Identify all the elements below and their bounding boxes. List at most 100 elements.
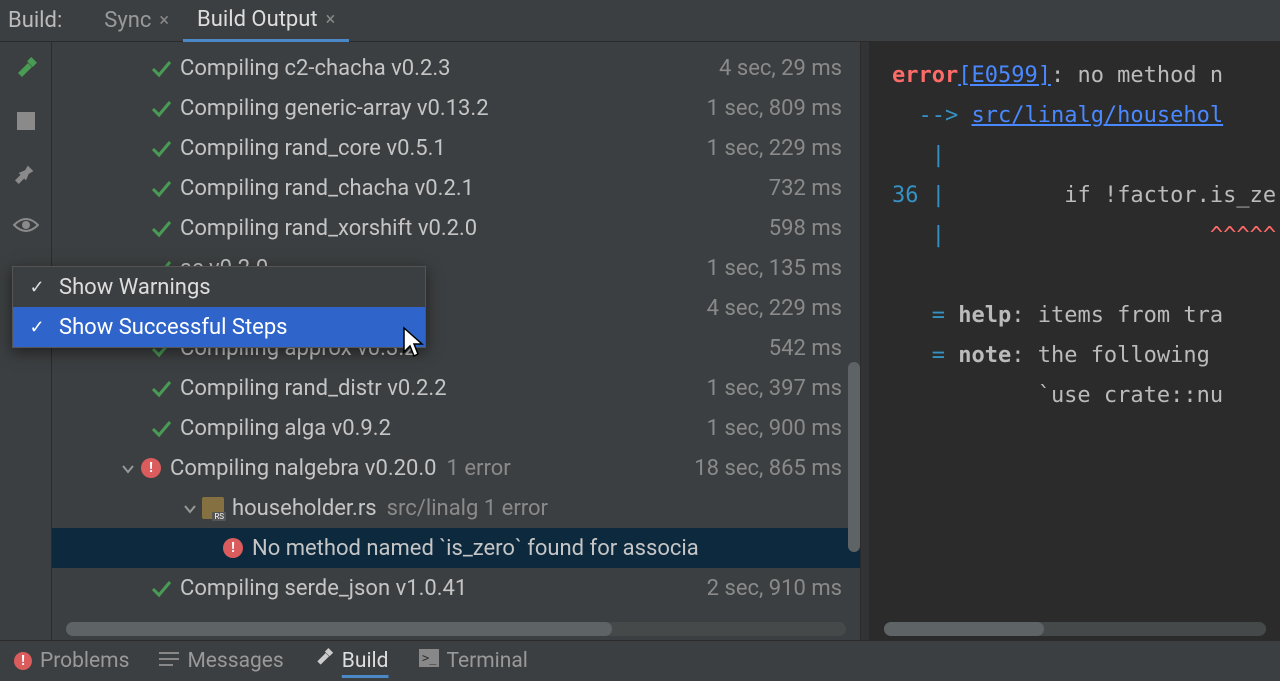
tree-row-label: Compiling serde_json v1.0.41 — [180, 576, 467, 601]
tree-row-time: 1 sec, 900 ms — [707, 416, 842, 441]
error-icon — [220, 538, 246, 558]
tree-row-label: Compiling rand_xorshift v0.2.0 — [180, 216, 477, 241]
horizontal-scrollbar[interactable] — [66, 622, 846, 636]
tool-messages[interactable]: Messages — [159, 649, 283, 673]
build-tree-row[interactable]: Compiling rand_xorshift v0.2.0 598 ms — [52, 208, 860, 248]
build-tree-row[interactable]: Compiling c2-chacha v0.2.3 4 sec, 29 ms — [52, 48, 860, 88]
tree-row-time: 4 sec, 229 ms — [707, 296, 842, 321]
tool-terminal[interactable]: >_ Terminal — [419, 649, 528, 673]
close-icon[interactable]: × — [159, 10, 169, 31]
terminal-icon: >_ — [419, 649, 439, 673]
console-text: : items from tra — [1011, 303, 1223, 328]
check-icon — [148, 217, 174, 239]
tree-row-label: Compiling generic-array v0.13.2 — [180, 96, 489, 121]
tree-row-label: Compiling nalgebra v0.20.0 — [170, 456, 437, 481]
tree-row-time: 4 sec, 29 ms — [719, 56, 842, 81]
console-error-code[interactable]: [E0599] — [958, 63, 1051, 88]
tree-row-time: 542 ms — [769, 336, 842, 361]
svg-text:>_: >_ — [422, 651, 437, 665]
menu-show-warnings[interactable]: ✓ Show Warnings — [13, 267, 425, 307]
chevron-down-icon[interactable] — [180, 496, 200, 521]
splitter[interactable] — [860, 42, 870, 640]
tree-row-time: 2 sec, 910 ms — [707, 576, 842, 601]
build-tree-row[interactable]: Compiling generic-array v0.13.2 1 sec, 80… — [52, 88, 860, 128]
check-icon — [148, 177, 174, 199]
hammer-icon — [314, 648, 334, 674]
build-tab-bar: Build: Sync × Build Output × — [0, 0, 1280, 42]
console-arrow: --> — [892, 103, 971, 128]
rust-file-icon — [200, 497, 226, 519]
console-gutter: | — [892, 223, 945, 248]
tree-row-label: householder.rs — [232, 496, 377, 521]
tree-row-time: 1 sec, 229 ms — [707, 136, 842, 161]
console-help-kw: help — [958, 303, 1011, 328]
console-text: if !factor.is_ze — [958, 183, 1276, 208]
error-icon — [14, 652, 32, 670]
check-icon — [148, 137, 174, 159]
console-caret: ^^^^^ — [945, 223, 1276, 248]
build-tree-row[interactable]: Compiling alga v0.9.2 1 sec, 900 ms — [52, 408, 860, 448]
console-note-kw: note — [958, 343, 1011, 368]
tree-row-label: Compiling alga v0.9.2 — [180, 416, 391, 441]
console-gutter: = — [892, 303, 958, 328]
tree-row-time: 18 sec, 865 ms — [694, 456, 842, 481]
tab-build-output[interactable]: Build Output × — [183, 0, 349, 42]
tool-label: Problems — [40, 649, 129, 673]
tree-row-time: 1 sec, 135 ms — [707, 256, 842, 281]
tree-row-time: 1 sec, 809 ms — [707, 96, 842, 121]
tool-label: Terminal — [447, 649, 528, 673]
tool-label: Messages — [187, 649, 283, 673]
tree-row-label: Compiling c2-chacha v0.2.3 — [180, 56, 451, 81]
build-tree-row[interactable]: householder.rs src/linalg 1 error — [52, 488, 860, 528]
console-text: `use crate::nu — [892, 383, 1223, 408]
menu-show-successful-steps[interactable]: ✓ Show Successful Steps — [13, 307, 425, 347]
menu-item-label: Show Successful Steps — [59, 315, 288, 340]
tool-label: Build — [342, 649, 389, 673]
tree-row-label: No method named `is_zero` found for asso… — [252, 536, 699, 561]
tree-row-extra: src/linalg 1 error — [387, 496, 548, 521]
build-title: Build: — [8, 8, 62, 33]
console-gutter: | — [892, 143, 945, 168]
lines-icon — [159, 649, 179, 673]
tree-row-label: Compiling rand_core v0.5.1 — [180, 136, 446, 161]
eye-icon[interactable] — [13, 212, 39, 238]
build-tree-row[interactable]: Compiling nalgebra v0.20.0 1 error 18 sec,… — [52, 448, 860, 488]
tree-row-time: 1 sec, 397 ms — [707, 376, 842, 401]
console-text: : the following — [1011, 343, 1223, 368]
tree-row-label: Compiling rand_chacha v0.2.1 — [180, 176, 474, 201]
build-tree-row[interactable]: Compiling rand_chacha v0.2.1732 ms — [52, 168, 860, 208]
tool-problems[interactable]: Problems — [14, 649, 129, 673]
check-icon: ✓ — [27, 277, 47, 298]
bottom-tool-bar: Problems Messages Build >_ Terminal — [0, 640, 1280, 681]
tree-row-time: 598 ms — [769, 216, 842, 241]
console-text: : no method n — [1051, 63, 1223, 88]
build-tree-row[interactable]: Compiling serde_json v1.0.41 2 sec, 910 m… — [52, 568, 860, 608]
build-tree-row[interactable]: Compiling rand_distr v0.2.2 1 sec, 397 ms — [52, 368, 860, 408]
tab-sync-label: Sync — [104, 8, 151, 33]
chevron-down-icon[interactable] — [118, 456, 138, 481]
tree-row-label: Compiling rand_distr v0.2.2 — [180, 376, 447, 401]
pin-icon[interactable] — [13, 160, 39, 186]
build-tree-row[interactable]: No method named `is_zero` found for asso… — [52, 528, 860, 568]
error-icon — [138, 458, 164, 478]
stop-icon[interactable] — [13, 108, 39, 134]
check-icon — [148, 57, 174, 79]
tree-row-extra: 1 error — [447, 456, 511, 481]
console-lineno: 36 — [892, 183, 932, 208]
build-tree-row[interactable]: Compiling rand_core v0.5.1 1 sec, 229 ms — [52, 128, 860, 168]
check-icon — [148, 377, 174, 399]
tool-build[interactable]: Build — [314, 648, 389, 674]
hammer-icon[interactable] — [13, 56, 39, 82]
close-icon[interactable]: × — [326, 9, 336, 30]
tab-sync[interactable]: Sync × — [90, 0, 183, 42]
menu-item-label: Show Warnings — [59, 275, 211, 300]
console-error-kw: error — [892, 63, 958, 88]
vertical-scrollbar[interactable] — [848, 362, 860, 552]
check-icon — [148, 577, 174, 599]
check-icon — [148, 417, 174, 439]
console-gutter: = — [892, 343, 958, 368]
build-console[interactable]: error[E0599]: no method n --> src/linalg… — [870, 42, 1280, 640]
console-path-link[interactable]: src/linalg/househol — [971, 103, 1223, 128]
check-icon: ✓ — [27, 317, 47, 338]
console-horizontal-scrollbar[interactable] — [884, 622, 1266, 636]
